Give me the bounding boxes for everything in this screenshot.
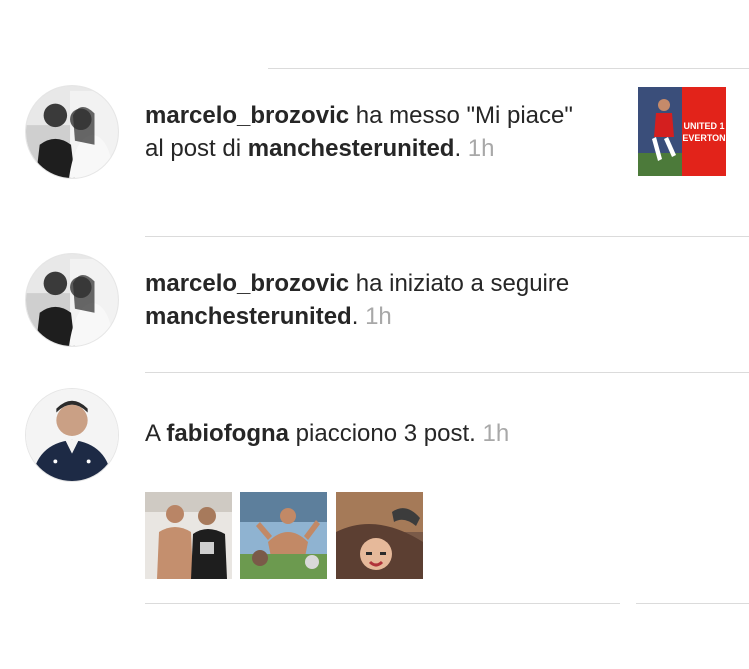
post-thumbnail-2[interactable] <box>240 492 327 579</box>
notification-text: A fabiofogna piacciono 3 post. 1h <box>145 417 705 450</box>
user-avatar[interactable] <box>25 388 119 482</box>
post-image <box>240 492 327 579</box>
post-image <box>145 492 232 579</box>
post-score-line2: EVERTON <box>682 133 725 143</box>
divider <box>145 372 749 373</box>
divider <box>268 68 749 69</box>
post-image <box>336 492 423 579</box>
username-link[interactable]: marcelo_brozovic <box>145 102 349 129</box>
user-avatar[interactable] <box>25 253 119 347</box>
target-username-link[interactable]: manchesterunited <box>248 135 455 162</box>
user-avatar[interactable] <box>25 85 119 179</box>
timestamp: 1h <box>365 303 392 330</box>
target-username-link[interactable]: manchesterunited <box>145 303 352 330</box>
notification-text: marcelo_brozovic ha iniziato a seguire m… <box>145 267 705 333</box>
avatar-photo <box>26 254 118 346</box>
username-link[interactable]: fabiofogna <box>166 420 289 447</box>
divider <box>145 603 620 604</box>
notification-text: marcelo_brozovic ha messo "Mi piace" al … <box>145 99 585 165</box>
post-thumbnail-1[interactable] <box>145 492 232 579</box>
post-thumbnail[interactable]: UNITED 1 EVERTON <box>638 87 726 176</box>
post-image: UNITED 1 EVERTON <box>638 87 726 176</box>
divider <box>636 603 749 604</box>
timestamp: 1h <box>482 420 510 447</box>
punctuation: . <box>351 303 366 330</box>
action-text: ha iniziato a seguire <box>349 270 570 297</box>
avatar-photo <box>26 389 118 481</box>
divider <box>145 236 749 237</box>
post-thumbnail-3[interactable] <box>336 492 423 579</box>
timestamp: 1h <box>467 135 495 162</box>
post-score-line1: UNITED 1 <box>683 121 724 131</box>
avatar-photo <box>26 86 118 178</box>
action-text: piacciono 3 post. <box>289 420 483 447</box>
punctuation: . <box>454 135 468 162</box>
username-link[interactable]: marcelo_brozovic <box>145 270 349 297</box>
prefix-text: A <box>145 420 167 447</box>
